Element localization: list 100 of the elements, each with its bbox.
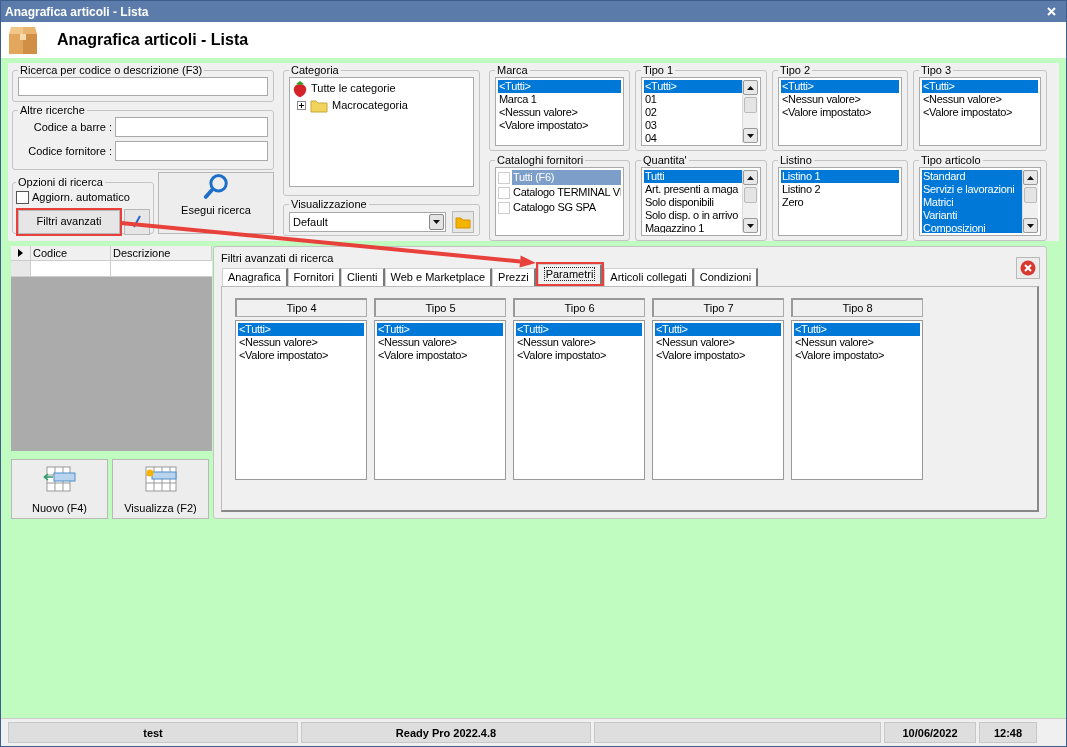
list-box[interactable]: <Tutti> Marca 1 <Nessun valore> <Valore impostato> (495, 77, 624, 146)
list-item[interactable]: <Valore impostato> (922, 106, 1038, 119)
list-box[interactable]: Tutti (F6) Catalogo TERMINAL VI Catalogo SG SPA (495, 167, 624, 236)
expander-icon[interactable] (297, 101, 306, 110)
list-item[interactable]: <Nessun valore> (781, 93, 899, 106)
scroll-bar[interactable] (742, 170, 758, 233)
group-label: Opzioni di ricerca (17, 176, 104, 189)
folder-button[interactable] (452, 211, 474, 233)
category-tree[interactable]: Tutte le categorie Macrocategoria (289, 77, 474, 187)
field-label: Codice fornitore : (27, 143, 112, 159)
scroll-bar[interactable] (1022, 170, 1038, 233)
list-item[interactable]: 03 (644, 119, 742, 132)
list-item[interactable]: Solo disp. o in arrivo (644, 209, 742, 222)
list-item[interactable]: <Tutti> (655, 323, 781, 336)
data-grid[interactable]: Codice Descrizione (11, 246, 212, 451)
list-box[interactable]: <Tutti> <Nessun valore> <Valore impostato> (652, 320, 784, 480)
advanced-filters-button[interactable]: Filtri avanzati (18, 209, 120, 234)
column-header[interactable]: Descrizione (111, 246, 212, 260)
list-item[interactable]: <Tutti> (922, 80, 1038, 93)
tree-item[interactable]: Tutte le categorie (311, 80, 396, 97)
list-item[interactable]: Servizi e lavorazioni (922, 183, 1022, 196)
search-button[interactable]: Esegui ricerca (157, 172, 274, 234)
list-box[interactable]: <Tutti> <Nessun valore> <Valore impostato> (235, 320, 367, 480)
list-box[interactable]: <Tutti> <Nessun valore> <Valore impostato> (374, 320, 506, 480)
list-item[interactable]: Art. presenti a maga (644, 183, 742, 196)
list-item[interactable]: Listino 1 (781, 170, 899, 183)
list-item[interactable]: 04 (644, 132, 742, 143)
view-dropdown[interactable]: Default (289, 212, 446, 232)
pencil-icon (130, 214, 143, 229)
list-item[interactable]: <Valore impostato> (516, 349, 642, 362)
list-item[interactable]: Tutti (644, 170, 742, 183)
up-arrow-icon (1026, 174, 1035, 181)
close-icon[interactable] (1047, 7, 1056, 16)
toolbar-button[interactable]: Nuovo (F4) (11, 459, 108, 519)
list-item[interactable]: Varianti (922, 209, 1022, 222)
list-item[interactable]: <Nessun valore> (655, 336, 781, 349)
list-item[interactable]: 02 (644, 106, 742, 119)
list-box[interactable]: <Tutti> <Nessun valore> <Valore impostato> (791, 320, 923, 480)
group-label: Tipo 2 (779, 64, 812, 77)
input-field[interactable] (115, 117, 268, 137)
list-item[interactable]: 01 (644, 93, 742, 106)
status-text: Ready Pro 2022.4.8 (301, 722, 591, 743)
scroll-bar[interactable] (742, 80, 758, 143)
list-item[interactable]: <Valore impostato> (781, 106, 899, 119)
list-box[interactable]: <Tutti> <Nessun valore> <Valore impostato> (513, 320, 645, 480)
list-item[interactable]: <Tutti> (377, 323, 503, 336)
input-field[interactable] (115, 141, 268, 161)
list-item[interactable]: Catalogo TERMINAL VI (512, 185, 621, 200)
list-item[interactable]: <Valore impostato> (498, 119, 621, 132)
list-item[interactable]: <Nessun valore> (238, 336, 364, 349)
close-button[interactable] (1016, 257, 1040, 279)
list-item[interactable]: Solo disponibili (644, 196, 742, 209)
up-arrow-icon (746, 84, 755, 91)
list-item[interactable]: <Nessun valore> (498, 106, 621, 119)
down-arrow-icon (746, 222, 755, 229)
tab[interactable]: Parametri (537, 264, 603, 284)
list-item[interactable]: <Tutti> (794, 323, 920, 336)
list-item[interactable]: Catalogo SG SPA (512, 200, 621, 215)
tab[interactable]: Condizioni (693, 268, 759, 286)
column-header[interactable]: Codice (31, 246, 111, 260)
tab[interactable]: Anagrafica (222, 268, 288, 286)
list-item[interactable]: <Tutti> (781, 80, 899, 93)
status-text: test (8, 722, 298, 743)
list-item[interactable]: <Valore impostato> (655, 349, 781, 362)
list-item[interactable]: Zero (781, 196, 899, 209)
list-item[interactable]: <Nessun valore> (377, 336, 503, 349)
list-box[interactable]: <Tutti> <Nessun valore> <Valore impostato> (778, 77, 902, 146)
list-item[interactable]: <Tutti> (516, 323, 642, 336)
folder-icon (310, 98, 328, 113)
tree-item[interactable]: Macrocategoria (332, 97, 408, 114)
status-text: 12:48 (979, 722, 1037, 743)
list-item[interactable]: <Valore impostato> (377, 349, 503, 362)
tab[interactable]: Articoli collegati (604, 268, 694, 286)
field-label: Codice a barre : (32, 119, 112, 135)
tab[interactable]: Fornitori (287, 268, 341, 286)
list-item[interactable]: <Nessun valore> (516, 336, 642, 349)
list-item[interactable]: Standard (922, 170, 1022, 183)
tab[interactable]: Web e Marketplace (384, 268, 493, 286)
list-item[interactable]: Listino 2 (781, 183, 899, 196)
list-box[interactable]: <Tutti> 01 02 03 04 (641, 77, 761, 146)
search-field[interactable] (18, 77, 268, 96)
list-item[interactable]: <Valore impostato> (238, 349, 364, 362)
list-item[interactable]: <Valore impostato> (794, 349, 920, 362)
toolbar-button[interactable]: Visualizza (F2) (112, 459, 209, 519)
list-box[interactable]: Listino 1 Listino 2 Zero (778, 167, 902, 236)
tab[interactable]: Clienti (340, 268, 385, 286)
list-item[interactable]: <Nessun valore> (794, 336, 920, 349)
list-item[interactable]: Marca 1 (498, 93, 621, 106)
group-label: Marca (496, 64, 529, 77)
tab[interactable]: Prezzi (492, 268, 536, 286)
grid-row[interactable] (11, 261, 212, 277)
list-box[interactable]: <Tutti> <Nessun valore> <Valore impostato> (919, 77, 1041, 146)
list-item[interactable]: Matrici (922, 196, 1022, 209)
row-header[interactable] (11, 261, 31, 276)
list-item[interactable]: <Tutti> (644, 80, 742, 93)
list-item[interactable]: <Tutti> (498, 80, 621, 93)
group-label: Cataloghi fornitori (496, 154, 585, 167)
list-item[interactable]: <Tutti> (238, 323, 364, 336)
checkbox[interactable] (16, 190, 29, 204)
list-item[interactable]: <Nessun valore> (922, 93, 1038, 106)
